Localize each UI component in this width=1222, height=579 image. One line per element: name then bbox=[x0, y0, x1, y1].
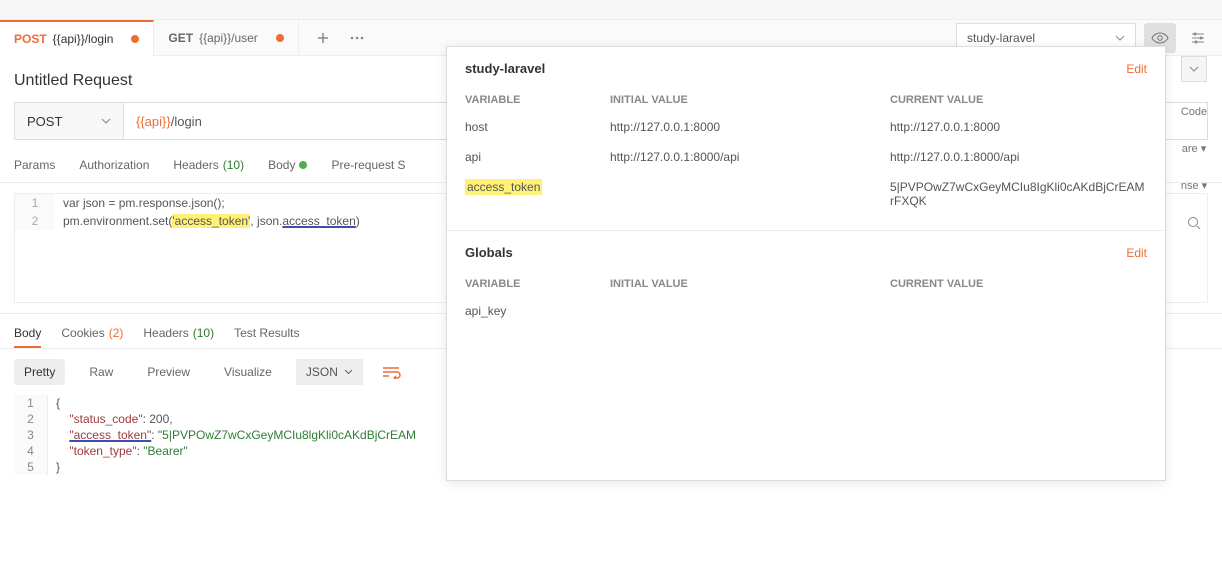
view-preview-button[interactable]: Preview bbox=[137, 359, 200, 385]
history-dropdown-button[interactable] bbox=[1181, 56, 1207, 82]
tab-login[interactable]: POST {{api}}/login bbox=[0, 20, 154, 56]
tab-count: (2) bbox=[109, 326, 124, 340]
resp-tab-tests[interactable]: Test Results bbox=[234, 326, 299, 340]
body-indicator-icon bbox=[299, 161, 307, 169]
globals-var-name: api_key bbox=[465, 304, 610, 318]
tab-user[interactable]: GET {{api}}/user bbox=[154, 20, 298, 56]
tab-method-label: POST bbox=[14, 32, 47, 46]
col-header-variable: VARIABLE bbox=[465, 94, 610, 106]
underlined-token: access_token bbox=[282, 214, 355, 228]
sliders-icon bbox=[1190, 30, 1206, 46]
env-var-row: access_token 5|PVPOwZ7wCxGeyMCIu8IgKli0c… bbox=[465, 172, 1147, 216]
view-visualize-button[interactable]: Visualize bbox=[214, 359, 282, 385]
globals-edit-link[interactable]: Edit bbox=[1126, 246, 1147, 260]
view-pretty-button[interactable]: Pretty bbox=[14, 359, 65, 385]
eye-icon bbox=[1151, 32, 1169, 44]
response-format-dropdown[interactable]: JSON bbox=[296, 359, 363, 385]
highlighted-token: 'access_token' bbox=[172, 214, 250, 228]
line-number: 2 bbox=[15, 212, 55, 230]
resp-tab-cookies[interactable]: Cookies (2) bbox=[61, 326, 123, 340]
col-header-initial: INITIAL VALUE bbox=[610, 278, 890, 290]
env-var-row: api http://127.0.0.1:8000/api http://127… bbox=[465, 142, 1147, 172]
underlined-json-key: "access_token" bbox=[69, 428, 151, 442]
resp-tab-body[interactable]: Body bbox=[14, 326, 41, 348]
environment-section: study-laravel Edit VARIABLE INITIAL VALU… bbox=[447, 47, 1165, 230]
env-var-name: api bbox=[465, 150, 610, 164]
tab-headers[interactable]: Headers (10) bbox=[173, 158, 244, 172]
resp-tab-headers[interactable]: Headers (10) bbox=[143, 326, 214, 340]
tab-method-label: GET bbox=[168, 31, 193, 45]
wrap-lines-button[interactable] bbox=[381, 365, 401, 379]
url-variable-segment: {{api}} bbox=[136, 114, 171, 129]
environment-panel-title: study-laravel bbox=[465, 61, 545, 76]
tab-prerequest-script[interactable]: Pre-request S bbox=[331, 158, 405, 172]
url-path-segment: /login bbox=[171, 114, 202, 129]
tab-path-label: {{api}}/login bbox=[53, 32, 114, 46]
globals-var-row: api_key bbox=[465, 296, 1147, 326]
save-response-button[interactable]: nse ▾ bbox=[1181, 179, 1207, 192]
code-snippet-button[interactable]: Code bbox=[1181, 106, 1207, 118]
tab-body[interactable]: Body bbox=[268, 158, 307, 172]
code-text: var json = pm.response.json(); bbox=[55, 194, 233, 212]
tab-params[interactable]: Params bbox=[14, 158, 55, 172]
globals-var-current bbox=[890, 304, 1147, 318]
chevron-down-icon bbox=[344, 369, 353, 375]
tab-count: (10) bbox=[223, 158, 244, 172]
environment-edit-link[interactable]: Edit bbox=[1126, 62, 1147, 76]
view-raw-button[interactable]: Raw bbox=[79, 359, 123, 385]
env-var-initial: http://127.0.0.1:8000/api bbox=[610, 150, 890, 164]
tab-authorization[interactable]: Authorization bbox=[79, 158, 149, 172]
tab-label: Body bbox=[268, 158, 295, 172]
right-sidebar: Code are ▾ nse ▾ bbox=[1176, 56, 1212, 230]
tab-menu-button[interactable] bbox=[343, 24, 371, 52]
highlighted-variable-name: access_token bbox=[465, 179, 542, 195]
env-var-name: host bbox=[465, 120, 610, 134]
col-header-current: CURRENT VALUE bbox=[890, 94, 1147, 106]
tab-actions bbox=[299, 24, 371, 52]
col-header-current: CURRENT VALUE bbox=[890, 278, 1147, 290]
tab-label: Cookies bbox=[61, 326, 104, 340]
env-var-initial bbox=[610, 180, 890, 208]
tab-label: Headers bbox=[143, 326, 188, 340]
environment-selected-label: study-laravel bbox=[967, 31, 1035, 45]
env-var-row: host http://127.0.0.1:8000 http://127.0.… bbox=[465, 112, 1147, 142]
line-number: 1 bbox=[15, 194, 55, 212]
search-icon bbox=[1187, 216, 1201, 230]
env-var-current: 5|PVPOwZ7wCxGeyMCIu8IgKli0cAKdBjCrEAMrFX… bbox=[890, 180, 1147, 208]
environment-quicklook-panel: study-laravel Edit VARIABLE INITIAL VALU… bbox=[446, 46, 1166, 481]
env-var-current: http://127.0.0.1:8000 bbox=[890, 120, 1147, 134]
tab-label: Headers bbox=[173, 158, 218, 172]
unsaved-dot-icon bbox=[276, 34, 284, 42]
col-header-variable: VARIABLE bbox=[465, 278, 610, 290]
http-method-label: POST bbox=[27, 114, 62, 129]
unsaved-dot-icon bbox=[131, 35, 139, 43]
col-header-initial: INITIAL VALUE bbox=[610, 94, 890, 106]
window-titlebar bbox=[0, 0, 1222, 20]
http-method-dropdown[interactable]: POST bbox=[14, 102, 124, 140]
env-var-name: access_token bbox=[465, 180, 610, 208]
wrap-icon bbox=[381, 365, 401, 379]
env-var-initial: http://127.0.0.1:8000 bbox=[610, 120, 890, 134]
share-button[interactable]: are ▾ bbox=[1182, 142, 1206, 155]
globals-section: Globals Edit VARIABLE INITIAL VALUE CURR… bbox=[447, 230, 1165, 480]
env-var-current: http://127.0.0.1:8000/api bbox=[890, 150, 1147, 164]
tab-path-label: {{api}}/user bbox=[199, 31, 258, 45]
code-text: pm.environment.set('access_token', json.… bbox=[55, 212, 368, 230]
format-label: JSON bbox=[306, 365, 338, 379]
globals-var-initial bbox=[610, 304, 890, 318]
chevron-down-icon bbox=[101, 118, 111, 124]
globals-title: Globals bbox=[465, 245, 513, 260]
search-response-button[interactable] bbox=[1187, 216, 1201, 230]
settings-button[interactable] bbox=[1184, 23, 1212, 53]
tab-count: (10) bbox=[193, 326, 214, 340]
chevron-down-icon bbox=[1189, 66, 1199, 72]
new-tab-button[interactable] bbox=[309, 24, 337, 52]
